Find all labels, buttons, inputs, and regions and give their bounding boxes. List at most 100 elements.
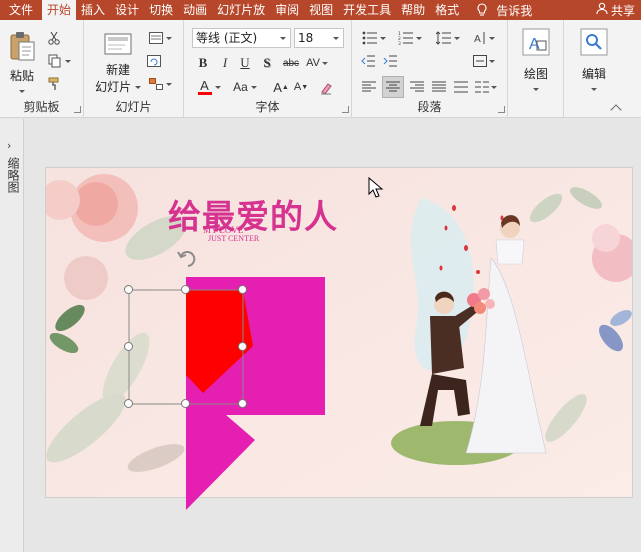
numbering-icon[interactable]: 123 <box>396 30 424 46</box>
shadow-button[interactable]: S <box>258 54 276 72</box>
share-label: 共享 <box>610 3 635 18</box>
font-name-combo[interactable]: 等线 (正文) <box>192 28 291 48</box>
resize-handle-right[interactable] <box>238 342 247 351</box>
editing-dropdown-icon[interactable] <box>591 88 597 91</box>
tab-design[interactable]: 设计 <box>110 0 144 20</box>
font-launcher-icon[interactable] <box>342 106 349 113</box>
increase-indent-icon[interactable] <box>382 53 398 69</box>
resize-handle-top-right[interactable] <box>238 285 247 294</box>
text-direction-icon[interactable]: A <box>470 30 498 46</box>
expand-pane-chevron-icon[interactable]: › <box>7 139 11 152</box>
slide-title-text: 给最爱的人 <box>168 200 338 236</box>
distributed-icon[interactable] <box>452 78 470 96</box>
tab-format[interactable]: 格式 <box>430 0 464 20</box>
drawing-dropdown-icon[interactable] <box>533 88 539 91</box>
slide-title-art[interactable]: 给最爱的人 MY LOVE JUST CENTER <box>138 190 368 250</box>
tab-help[interactable]: 帮助 <box>396 0 430 20</box>
drawing-button[interactable]: A 绘图 <box>516 28 556 96</box>
shapes-icon: A <box>522 28 550 56</box>
align-text-icon[interactable] <box>470 53 498 69</box>
collapse-ribbon-icon[interactable] <box>610 104 622 116</box>
resize-handle-left[interactable] <box>124 342 133 351</box>
tab-developer[interactable]: 开发工具 <box>338 0 396 20</box>
font-group-label: 字体 <box>255 100 280 114</box>
italic-button[interactable]: I <box>216 54 234 72</box>
paste-dropdown-icon[interactable] <box>19 90 25 93</box>
tab-view[interactable]: 视图 <box>304 0 338 20</box>
tell-me-search[interactable]: 告诉我 <box>496 2 532 19</box>
paragraph-group-label: 段落 <box>417 100 442 114</box>
align-left-icon[interactable] <box>360 78 378 96</box>
underline-button[interactable]: U <box>236 54 254 72</box>
align-right-icon[interactable] <box>408 78 426 96</box>
resize-handle-top-left[interactable] <box>124 285 133 294</box>
justify-icon[interactable] <box>430 78 448 96</box>
align-center-icon[interactable] <box>382 76 404 98</box>
paragraph-group: 123 A 段落 <box>352 20 508 118</box>
shrink-font-button[interactable]: A ▼ <box>292 78 310 96</box>
tab-file[interactable]: 文件 <box>0 0 42 20</box>
slide-title-subtext-2: JUST CENTER <box>208 234 260 243</box>
format-painter-icon[interactable] <box>46 76 62 92</box>
lightbulb-icon[interactable] <box>472 0 492 20</box>
font-size-combo[interactable]: 18 <box>294 28 344 48</box>
section-icon[interactable] <box>146 76 174 92</box>
resize-handle-bottom-right[interactable] <box>238 399 247 408</box>
new-slide-label-2: 幻灯片 <box>94 78 142 95</box>
paste-label: 粘贴 <box>9 69 34 83</box>
tab-home[interactable]: 开始 <box>42 0 77 20</box>
paste-button[interactable]: 粘贴 <box>4 30 40 98</box>
ribbon-tab-bar: 文件 开始 插入 设计 切换 动画 幻灯片放 审阅 视图 开发工具 帮助 格式 … <box>0 0 641 20</box>
char-spacing-button[interactable]: AV <box>304 54 330 72</box>
decrease-indent-icon[interactable] <box>360 53 376 69</box>
paste-icon <box>10 32 35 61</box>
font-group: 等线 (正文) 18 B I U S abc AV A Aa A ▲ A ▼ 字… <box>184 20 352 118</box>
resize-handle-top[interactable] <box>181 285 190 294</box>
tab-transitions[interactable]: 切换 <box>144 0 178 20</box>
resize-handle-bottom[interactable] <box>181 399 190 408</box>
editing-button[interactable]: 编辑 <box>574 28 614 96</box>
tab-insert[interactable]: 插入 <box>76 0 110 20</box>
new-slide-icon <box>104 33 132 55</box>
person-icon <box>596 2 608 18</box>
layout-icon[interactable] <box>146 30 174 46</box>
new-slide-button[interactable]: 新建 幻灯片 <box>94 30 142 95</box>
line-spacing-icon[interactable] <box>434 30 462 46</box>
thumbnail-pane-label: 缩略图 <box>6 157 20 193</box>
font-size-dropdown-icon[interactable] <box>333 37 339 40</box>
paragraph-launcher-icon[interactable] <box>498 106 505 113</box>
new-slide-label-1: 新建 <box>105 63 130 77</box>
svg-text:3: 3 <box>398 41 401 45</box>
strikethrough-button[interactable]: abc <box>280 54 302 72</box>
svg-text:A: A <box>474 34 481 45</box>
search-icon <box>580 28 608 56</box>
reset-slide-icon[interactable] <box>146 53 162 69</box>
resize-handle-bottom-left[interactable] <box>124 399 133 408</box>
font-color-icon: A <box>197 79 212 95</box>
bullets-icon[interactable] <box>360 30 388 46</box>
clear-formatting-icon[interactable] <box>318 80 334 96</box>
change-case-label: Aa <box>233 80 248 94</box>
drawing-label: 绘图 <box>523 67 548 81</box>
tab-review[interactable]: 审阅 <box>270 0 304 20</box>
grow-font-button[interactable]: A ▲ <box>272 78 290 96</box>
tab-slideshow[interactable]: 幻灯片放 <box>212 0 270 20</box>
slides-group: 新建 幻灯片 幻灯片 <box>84 20 184 118</box>
ribbon: 粘贴 剪贴板 新建 幻灯片 幻灯片 等线 (正文) 18 B I U S abc… <box>0 20 641 118</box>
slide-canvas[interactable]: 给最爱的人 MY LOVE JUST CENTER <box>45 167 633 498</box>
cut-icon[interactable] <box>46 30 62 46</box>
columns-icon[interactable] <box>472 78 500 96</box>
grow-font-label: A <box>273 79 282 95</box>
copy-icon[interactable] <box>46 53 72 69</box>
drawing-group: A 绘图 <box>508 20 564 118</box>
clipboard-launcher-icon[interactable] <box>74 106 81 113</box>
change-case-button[interactable]: Aa <box>230 78 260 96</box>
bold-button[interactable]: B <box>194 54 212 72</box>
font-color-button[interactable]: A <box>194 78 224 96</box>
editing-group: 编辑 <box>564 20 624 118</box>
tab-animations[interactable]: 动画 <box>178 0 212 20</box>
font-name-dropdown-icon[interactable] <box>280 37 286 40</box>
share-button[interactable]: 共享 <box>596 0 635 20</box>
slides-group-label: 幻灯片 <box>115 100 152 114</box>
editing-label: 编辑 <box>581 67 606 81</box>
